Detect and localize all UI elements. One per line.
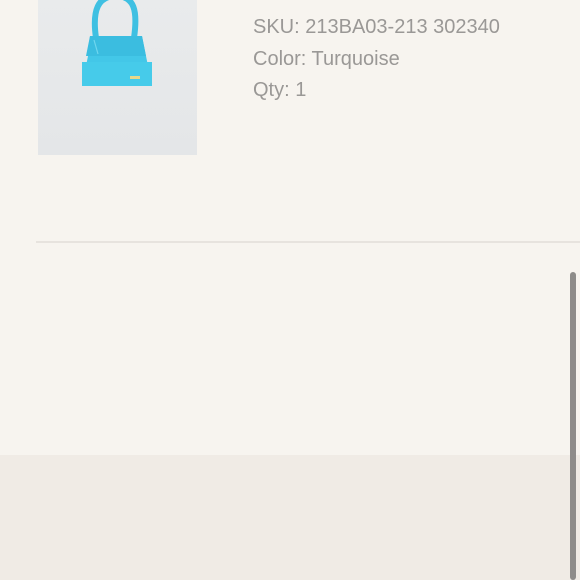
scrollbar[interactable] (570, 272, 576, 580)
color-text: Color: Turquoise (253, 47, 400, 70)
sku-text: SKU: 213BA03-213 302340 (253, 16, 500, 38)
quantity-text: Qty: 1 (253, 79, 307, 101)
section-divider (36, 241, 580, 243)
turquoise-handbag-icon (82, 0, 152, 86)
product-details: SKU: 213BA03-213 302340 Color: Turquoise… (253, 12, 500, 107)
product-thumbnail[interactable] (38, 0, 197, 155)
order-item-page: SKU: 213BA03-213 302340 Color: Turquoise… (0, 0, 580, 580)
page-footer (0, 455, 580, 580)
